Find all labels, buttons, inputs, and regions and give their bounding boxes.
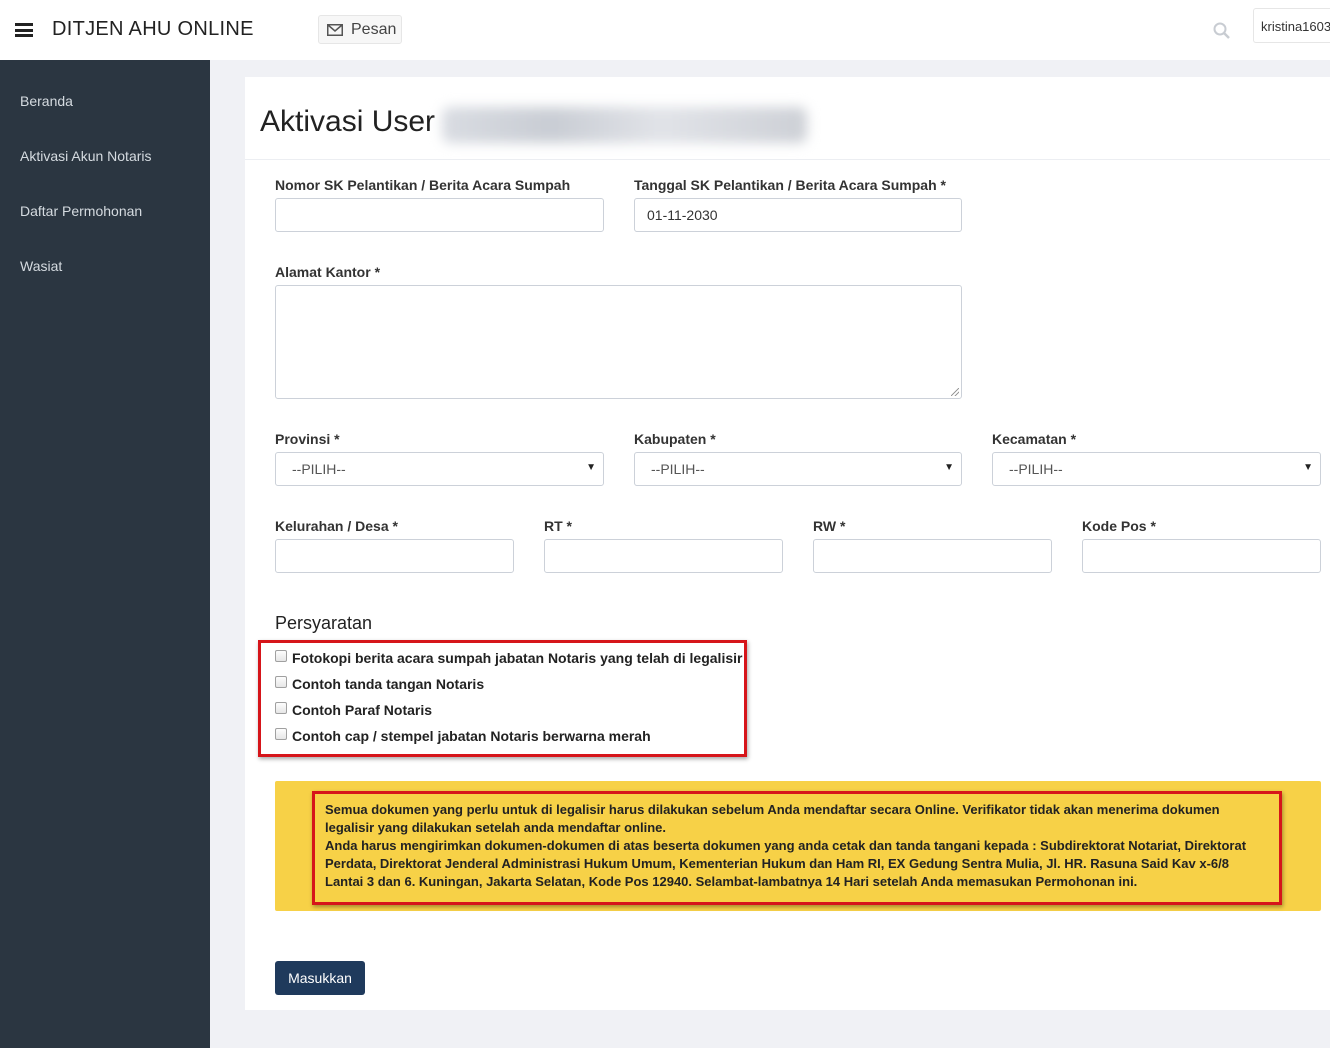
requirement-item[interactable]: Contoh cap / stempel jabatan Notaris ber… <box>275 728 651 744</box>
provinsi-label: Provinsi * <box>275 431 340 447</box>
kelurahan-label: Kelurahan / Desa * <box>275 518 398 534</box>
alamat-kantor-label: Alamat Kantor * <box>275 264 381 280</box>
requirement-label[interactable]: Contoh tanda tangan Notaris <box>292 676 484 692</box>
messages-button[interactable]: Pesan <box>318 15 402 44</box>
sidebar: Beranda Aktivasi Akun Notaris Daftar Per… <box>0 60 210 1048</box>
requirement-item[interactable]: Fotokopi berita acara sumpah jabatan Not… <box>275 650 742 666</box>
requirement-label[interactable]: Contoh Paraf Notaris <box>292 702 432 718</box>
rt-input[interactable] <box>544 539 783 573</box>
dropdown-arrow-icon: ▼ <box>1303 462 1313 473</box>
menu-icon[interactable] <box>15 23 33 37</box>
persyaratan-title: Persyaratan <box>275 613 373 633</box>
alamat-kantor-textarea[interactable] <box>275 285 962 399</box>
user-menu[interactable]: kristina1603 <box>1253 8 1330 43</box>
provinsi-select[interactable]: --PILIH-- ▼ <box>275 452 604 486</box>
requirement-checkbox[interactable] <box>275 676 287 688</box>
redacted-user-name <box>442 107 807 143</box>
search-icon[interactable] <box>1212 21 1232 41</box>
sidebar-item-wasiat[interactable]: Wasiat <box>20 258 62 274</box>
requirement-checkbox[interactable] <box>275 650 287 662</box>
kecamatan-selected: --PILIH-- <box>1009 461 1063 477</box>
notice-alert: Semua dokumen yang perlu untuk di legali… <box>275 781 1321 911</box>
provinsi-selected: --PILIH-- <box>292 461 346 477</box>
kode-pos-label: Kode Pos * <box>1082 518 1156 534</box>
panel-header: Aktivasi User <box>245 77 1330 160</box>
submit-button[interactable]: Masukkan <box>275 961 365 995</box>
nomor-sk-label: Nomor SK Pelantikan / Berita Acara Sumpa… <box>275 177 571 193</box>
requirement-checkbox[interactable] <box>275 728 287 740</box>
top-bar: DITJEN AHU ONLINE Pesan kristina1603 <box>0 0 1330 60</box>
kabupaten-label: Kabupaten * <box>634 431 716 447</box>
kecamatan-label: Kecamatan * <box>992 431 1077 447</box>
rt-label: RT * <box>544 518 572 534</box>
sidebar-item-daftar-permohonan[interactable]: Daftar Permohonan <box>20 203 142 219</box>
main-panel: Aktivasi User Nomor SK Pelantikan / Beri… <box>245 77 1330 1010</box>
notice-text-2: Anda harus mengirimkan dokumen-dokumen d… <box>325 838 1247 889</box>
notice-text-1: Semua dokumen yang perlu untuk di legali… <box>325 802 1220 835</box>
kode-pos-input[interactable] <box>1082 539 1321 573</box>
notice-highlight: Semua dokumen yang perlu untuk di legali… <box>312 791 1282 905</box>
sidebar-item-beranda[interactable]: Beranda <box>20 93 73 109</box>
kecamatan-select[interactable]: --PILIH-- ▼ <box>992 452 1321 486</box>
dropdown-arrow-icon: ▼ <box>586 462 596 473</box>
nomor-sk-input[interactable] <box>275 198 604 232</box>
requirement-checkbox[interactable] <box>275 702 287 714</box>
requirement-item[interactable]: Contoh tanda tangan Notaris <box>275 676 484 692</box>
requirement-label[interactable]: Fotokopi berita acara sumpah jabatan Not… <box>292 650 742 666</box>
kabupaten-selected: --PILIH-- <box>651 461 705 477</box>
resize-grip-icon[interactable] <box>951 388 959 396</box>
tanggal-sk-input[interactable]: 01-11-2030 <box>634 198 962 232</box>
envelope-icon <box>327 23 343 36</box>
rw-label: RW * <box>813 518 846 534</box>
requirement-item[interactable]: Contoh Paraf Notaris <box>275 702 432 718</box>
kelurahan-input[interactable] <box>275 539 514 573</box>
page-title: Aktivasi User <box>260 105 436 138</box>
app-title: DITJEN AHU ONLINE <box>52 18 254 40</box>
messages-label: Pesan <box>351 20 397 38</box>
rw-input[interactable] <box>813 539 1052 573</box>
sidebar-item-aktivasi-akun-notaris[interactable]: Aktivasi Akun Notaris <box>20 148 152 164</box>
tanggal-sk-label: Tanggal SK Pelantikan / Berita Acara Sum… <box>634 177 946 193</box>
requirement-label[interactable]: Contoh cap / stempel jabatan Notaris ber… <box>292 728 651 744</box>
kabupaten-select[interactable]: --PILIH-- ▼ <box>634 452 962 486</box>
dropdown-arrow-icon: ▼ <box>944 462 954 473</box>
